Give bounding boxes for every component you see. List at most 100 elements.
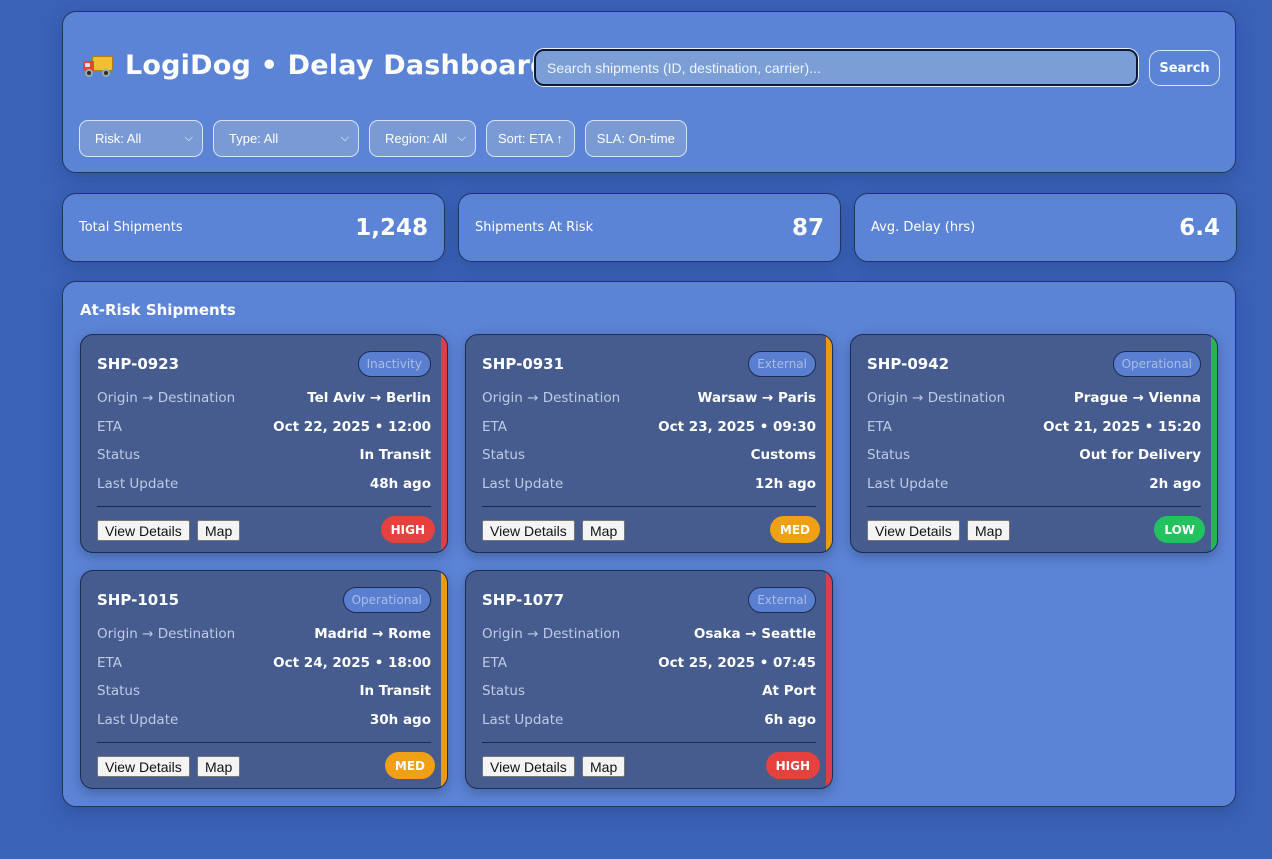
route-label: Origin → Destination: [867, 390, 1006, 406]
route-value: Warsaw → Paris: [697, 390, 816, 406]
type-filter-label: Type: All: [229, 131, 279, 146]
shipment-card-grid: SHP-0923 Inactivity Origin → Destination…: [80, 334, 1218, 789]
view-details-button[interactable]: View Details: [482, 520, 575, 541]
status-value: In Transit: [359, 683, 431, 699]
chevron-down-icon: ⌵: [340, 132, 349, 144]
view-details-button[interactable]: View Details: [482, 756, 575, 777]
risk-stripe: [441, 571, 447, 788]
at-risk-panel: At-Risk Shipments SHP-0923 Inactivity Or…: [62, 281, 1236, 807]
route-row: Origin → Destination Tel Aviv → Berlin: [97, 390, 431, 406]
divider: [97, 742, 431, 743]
status-label: Status: [97, 683, 141, 699]
eta-label: ETA: [482, 419, 507, 435]
map-button[interactable]: Map: [197, 520, 241, 541]
last-update-value: 6h ago: [764, 712, 816, 728]
shipment-card: SHP-1015 Operational Origin → Destinatio…: [80, 570, 448, 789]
risk-badge: LOW: [1154, 516, 1205, 543]
view-details-button[interactable]: View Details: [97, 520, 190, 541]
shipment-card: SHP-0942 Operational Origin → Destinatio…: [850, 334, 1218, 553]
eta-row: ETA Oct 24, 2025 • 18:00: [97, 655, 431, 671]
stat-value: 6.4: [1179, 214, 1220, 241]
route-row: Origin → Destination Madrid → Rome: [97, 626, 431, 642]
eta-row: ETA Oct 23, 2025 • 09:30: [482, 419, 816, 435]
last-update-label: Last Update: [482, 476, 564, 492]
sort-eta-button[interactable]: Sort: ETA ↑: [486, 120, 575, 157]
header-panel: LogiDog • Delay Dashboard Search Risk: A…: [62, 11, 1236, 173]
view-details-button[interactable]: View Details: [867, 520, 960, 541]
eta-label: ETA: [867, 419, 892, 435]
shipment-card: SHP-0931 External Origin → Destination W…: [465, 334, 833, 553]
shipment-card: SHP-0923 Inactivity Origin → Destination…: [80, 334, 448, 553]
stat-avg-delay: Avg. Delay (hrs) 6.4: [854, 193, 1237, 262]
sla-ontime-button[interactable]: SLA: On-time: [584, 120, 687, 157]
risk-stripe: [441, 335, 447, 552]
stat-value: 1,248: [355, 214, 428, 241]
shipment-card: SHP-1077 External Origin → Destination O…: [465, 570, 833, 789]
shipment-id: SHP-1077: [482, 591, 565, 609]
shipment-id: SHP-1015: [97, 591, 180, 609]
view-details-button[interactable]: View Details: [97, 756, 190, 777]
delay-type-tag: Operational: [1112, 351, 1201, 377]
route-label: Origin → Destination: [97, 626, 236, 642]
section-title: At-Risk Shipments: [80, 301, 236, 319]
type-filter-select[interactable]: Type: All ⌵: [213, 120, 359, 157]
stat-label: Avg. Delay (hrs): [871, 220, 976, 235]
route-row: Origin → Destination Warsaw → Paris: [482, 390, 816, 406]
status-value: Out for Delivery: [1079, 447, 1201, 463]
shipment-id: SHP-0923: [97, 355, 180, 373]
stat-value: 87: [791, 214, 824, 241]
risk-badge: HIGH: [765, 752, 820, 779]
status-row: Status Customs: [482, 447, 816, 463]
map-button[interactable]: Map: [582, 520, 626, 541]
delay-type-tag: External: [748, 351, 816, 377]
shipment-id: SHP-0942: [867, 355, 950, 373]
stat-shipments-at-risk: Shipments At Risk 87: [458, 193, 841, 262]
route-value: Osaka → Seattle: [693, 626, 816, 642]
map-button[interactable]: Map: [967, 520, 1011, 541]
risk-stripe: [826, 571, 832, 788]
status-row: Status In Transit: [97, 447, 431, 463]
last-update-value: 48h ago: [369, 476, 431, 492]
status-label: Status: [482, 447, 526, 463]
map-button[interactable]: Map: [197, 756, 241, 777]
last-update-label: Last Update: [482, 712, 564, 728]
status-label: Status: [97, 447, 141, 463]
last-update-row: Last Update 12h ago: [482, 476, 816, 492]
last-update-value: 12h ago: [754, 476, 816, 492]
map-button[interactable]: Map: [582, 756, 626, 777]
chevron-down-icon: ⌵: [184, 132, 193, 144]
last-update-label: Last Update: [97, 712, 179, 728]
status-value: Customs: [750, 447, 816, 463]
stat-label: Shipments At Risk: [475, 220, 594, 235]
route-row: Origin → Destination Prague → Vienna: [867, 390, 1201, 406]
shipment-id: SHP-0931: [482, 355, 565, 373]
last-update-row: Last Update 30h ago: [97, 712, 431, 728]
truck-icon: [83, 54, 113, 78]
route-row: Origin → Destination Osaka → Seattle: [482, 626, 816, 642]
last-update-label: Last Update: [97, 476, 179, 492]
last-update-row: Last Update 6h ago: [482, 712, 816, 728]
region-filter-select[interactable]: Region: All ⌵: [369, 120, 476, 157]
chevron-down-icon: ⌵: [457, 132, 466, 144]
stats-row: Total Shipments 1,248 Shipments At Risk …: [62, 193, 1237, 262]
dashboard: LogiDog • Delay Dashboard Search Risk: A…: [62, 11, 1237, 807]
eta-value: Oct 21, 2025 • 15:20: [1043, 419, 1201, 435]
last-update-row: Last Update 48h ago: [97, 476, 431, 492]
risk-filter-select[interactable]: Risk: All ⌵: [79, 120, 203, 157]
eta-value: Oct 24, 2025 • 18:00: [273, 655, 431, 671]
last-update-label: Last Update: [867, 476, 949, 492]
search-button[interactable]: Search: [1149, 50, 1220, 86]
last-update-value: 30h ago: [369, 712, 431, 728]
status-label: Status: [482, 683, 526, 699]
risk-badge: MED: [769, 516, 820, 543]
eta-row: ETA Oct 25, 2025 • 07:45: [482, 655, 816, 671]
eta-value: Oct 23, 2025 • 09:30: [658, 419, 816, 435]
eta-row: ETA Oct 21, 2025 • 15:20: [867, 419, 1201, 435]
eta-value: Oct 25, 2025 • 07:45: [658, 655, 816, 671]
search-input[interactable]: [534, 49, 1138, 86]
status-row: Status At Port: [482, 683, 816, 699]
stat-label: Total Shipments: [79, 220, 183, 235]
route-value: Tel Aviv → Berlin: [307, 390, 431, 406]
status-row: Status In Transit: [97, 683, 431, 699]
route-value: Prague → Vienna: [1073, 390, 1201, 406]
